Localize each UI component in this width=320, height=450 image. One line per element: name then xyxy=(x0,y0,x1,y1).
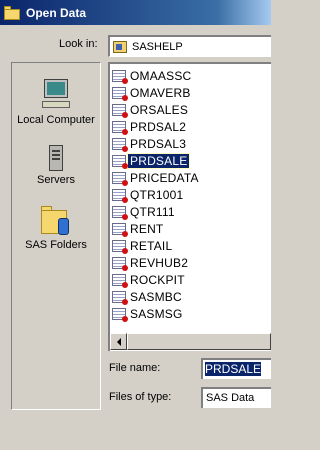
file-name: QTR111 xyxy=(130,205,175,219)
library-icon xyxy=(113,40,127,53)
place-label: SAS Folders xyxy=(25,239,87,251)
look-in-label: Look in: xyxy=(59,38,98,50)
table-icon xyxy=(112,121,128,135)
file-name: ORSALES xyxy=(130,103,189,117)
file-item[interactable]: PRICEDATA xyxy=(112,170,201,186)
file-type-value: SAS Data xyxy=(206,392,255,404)
scroll-left-button[interactable] xyxy=(110,333,127,350)
table-icon xyxy=(112,172,128,186)
window-title: Open Data xyxy=(26,5,87,20)
look-in-dropdown[interactable]: SASHELP xyxy=(108,35,271,57)
table-icon xyxy=(112,70,128,84)
file-item[interactable]: OMAASSC xyxy=(112,68,193,84)
file-name-label: File name: xyxy=(109,362,161,374)
file-name: ROCKPIT xyxy=(130,273,185,287)
file-item[interactable]: OMAVERB xyxy=(112,85,193,101)
table-icon xyxy=(112,206,128,220)
horizontal-scrollbar[interactable] xyxy=(110,333,271,350)
file-name: SASMSG xyxy=(130,307,183,321)
place-label: Local Computer xyxy=(17,114,95,126)
file-item[interactable]: ORSALES xyxy=(112,102,190,118)
file-name: PRICEDATA xyxy=(130,171,199,185)
look-in-value: SASHELP xyxy=(132,40,183,53)
file-item[interactable]: PRDSAL3 xyxy=(112,136,188,152)
computer-icon xyxy=(42,79,70,111)
file-name: REVHUB2 xyxy=(130,256,189,270)
file-name: PRDSALE xyxy=(126,153,191,169)
file-name: OMAASSC xyxy=(130,69,192,83)
place-servers[interactable]: Servers xyxy=(12,145,100,186)
file-name: PRDSAL2 xyxy=(130,120,187,134)
file-type-dropdown[interactable]: SAS Data xyxy=(201,387,271,408)
table-icon xyxy=(112,257,128,271)
sas-folder-icon xyxy=(41,206,71,236)
file-item[interactable]: SASMBC xyxy=(112,289,184,305)
table-icon xyxy=(112,308,128,322)
place-label: Servers xyxy=(37,174,75,186)
table-icon xyxy=(112,138,128,152)
table-icon xyxy=(112,223,128,237)
file-name: PRDSAL3 xyxy=(130,137,187,151)
file-name: RETAIL xyxy=(130,239,173,253)
places-bar: Local Computer Servers SAS Folders xyxy=(11,62,101,410)
file-name: QTR1001 xyxy=(130,188,184,202)
table-icon xyxy=(112,274,128,288)
table-icon xyxy=(112,87,128,101)
file-name-input[interactable]: PRDSALE xyxy=(201,358,271,379)
file-item-selected[interactable]: PRDSALE xyxy=(112,153,191,169)
file-list[interactable]: OMAASSC OMAVERB ORSALES PRDSAL2 PRDSAL3 … xyxy=(108,62,271,351)
file-type-label: Files of type: xyxy=(109,391,172,403)
server-icon xyxy=(49,145,63,171)
file-item[interactable]: RETAIL xyxy=(112,238,174,254)
file-item[interactable]: PRDSAL2 xyxy=(112,119,188,135)
file-item[interactable]: SASMSG xyxy=(112,306,185,322)
file-item[interactable]: ROCKPIT xyxy=(112,272,187,288)
table-icon xyxy=(112,240,128,254)
scrollbar-thumb[interactable] xyxy=(127,333,271,350)
file-item[interactable]: REVHUB2 xyxy=(112,255,190,271)
table-icon xyxy=(112,104,128,118)
folder-icon xyxy=(4,5,20,20)
file-name: OMAVERB xyxy=(130,86,191,100)
title-bar: Open Data xyxy=(0,0,271,25)
file-item[interactable]: QTR111 xyxy=(112,204,177,220)
table-icon xyxy=(112,189,128,203)
file-name: RENT xyxy=(130,222,164,236)
file-name: SASMBC xyxy=(130,290,182,304)
table-icon xyxy=(112,155,128,169)
place-sas-folders[interactable]: SAS Folders xyxy=(12,206,100,251)
place-local-computer[interactable]: Local Computer xyxy=(12,79,100,126)
table-icon xyxy=(112,291,128,305)
file-item[interactable]: QTR1001 xyxy=(112,187,185,203)
file-item[interactable]: RENT xyxy=(112,221,165,237)
file-name-value: PRDSALE xyxy=(205,362,262,376)
